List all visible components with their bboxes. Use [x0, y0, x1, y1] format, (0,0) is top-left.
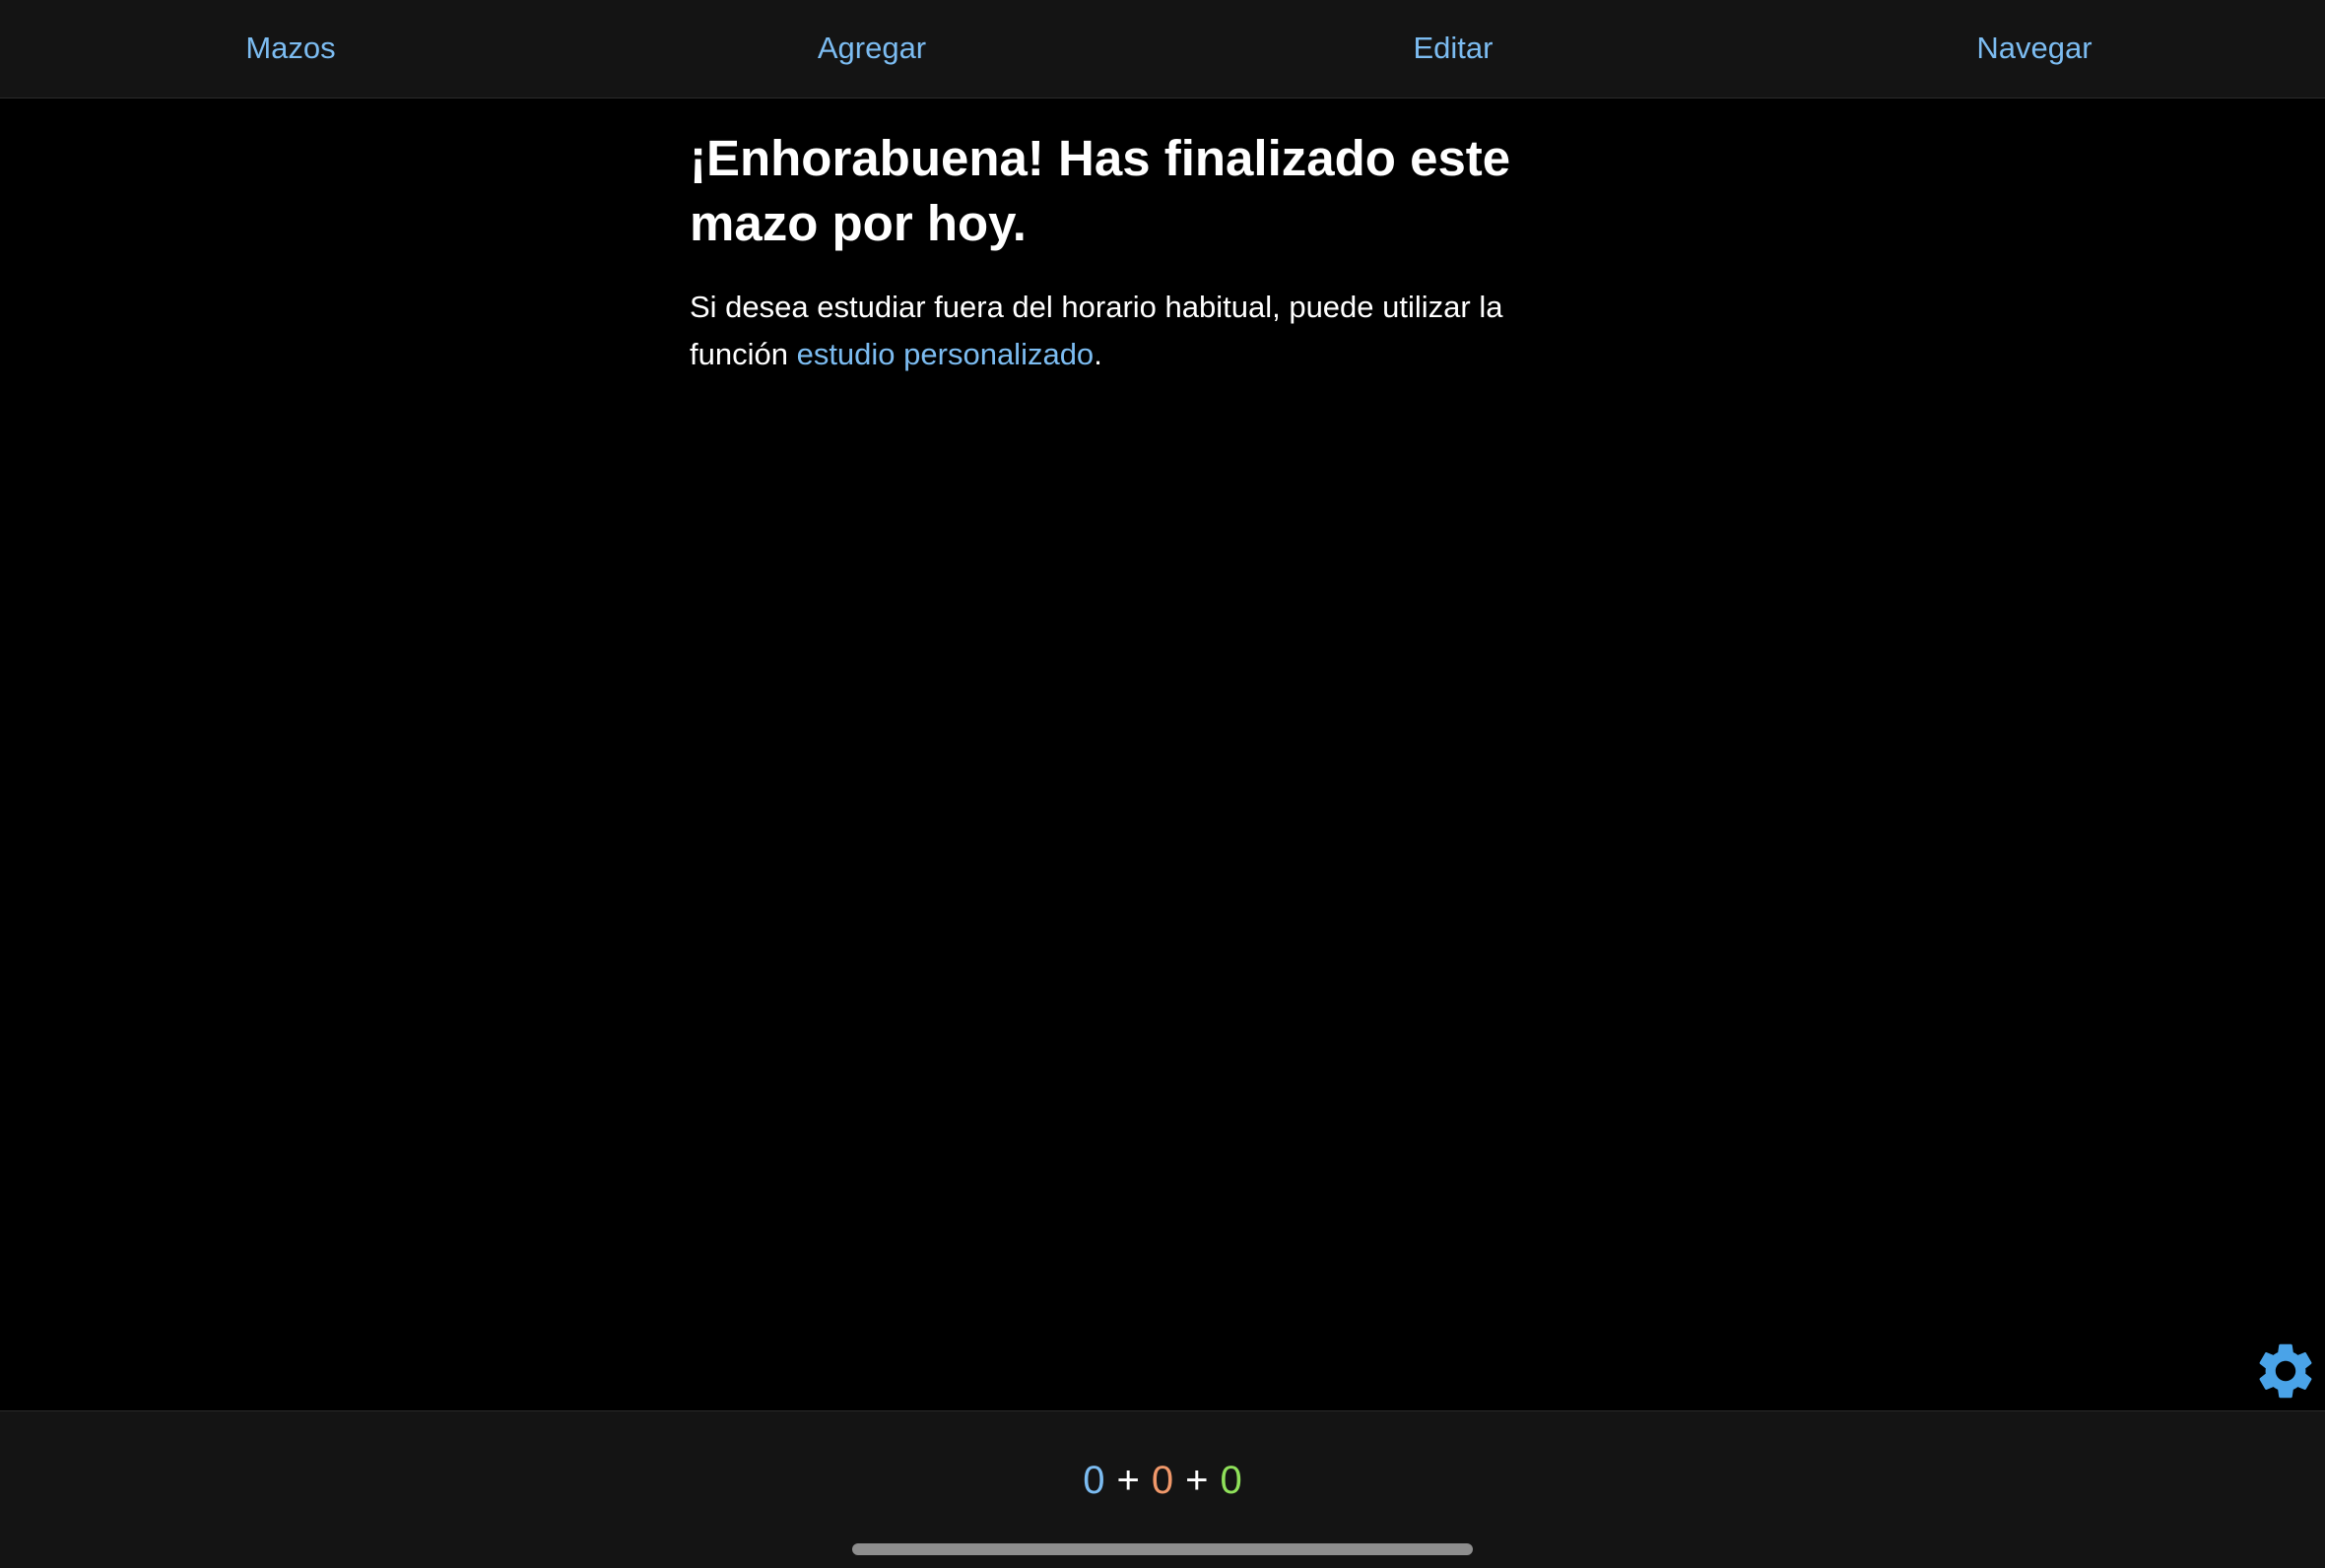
count-separator: + [1185, 1459, 1209, 1502]
home-indicator[interactable] [852, 1543, 1473, 1555]
learning-count: 0 [1151, 1459, 1174, 1502]
nav-add-button[interactable]: Agregar [581, 0, 1162, 98]
screen: Mazos Agregar Editar Navegar ¡Enhorabuen… [0, 0, 2325, 1568]
congrats-message: Si desea estudiar fuera del horario habi… [690, 284, 1596, 378]
bottom-bar: 0 +0 +0 [0, 1410, 2325, 1568]
gear-icon[interactable] [2252, 1338, 2319, 1405]
nav-edit-button[interactable]: Editar [1162, 0, 1744, 98]
review-count: 0 [1220, 1459, 1242, 1502]
new-count: 0 [1083, 1459, 1105, 1502]
congrats-title: ¡Enhorabuena! Has finalizado este mazo p… [690, 130, 1511, 251]
card-counts: 0 +0 +0 [0, 1453, 2325, 1508]
count-separator: + [1116, 1459, 1140, 1502]
custom-study-link[interactable]: estudio personalizado [797, 337, 1095, 371]
nav-decks-button[interactable]: Mazos [0, 0, 581, 98]
top-navigation-bar: Mazos Agregar Editar Navegar [0, 0, 2325, 98]
nav-browse-button[interactable]: Navegar [1744, 0, 2325, 98]
congrats-panel: ¡Enhorabuena! Has finalizado este mazo p… [690, 126, 1596, 378]
message-suffix: . [1094, 337, 1102, 371]
